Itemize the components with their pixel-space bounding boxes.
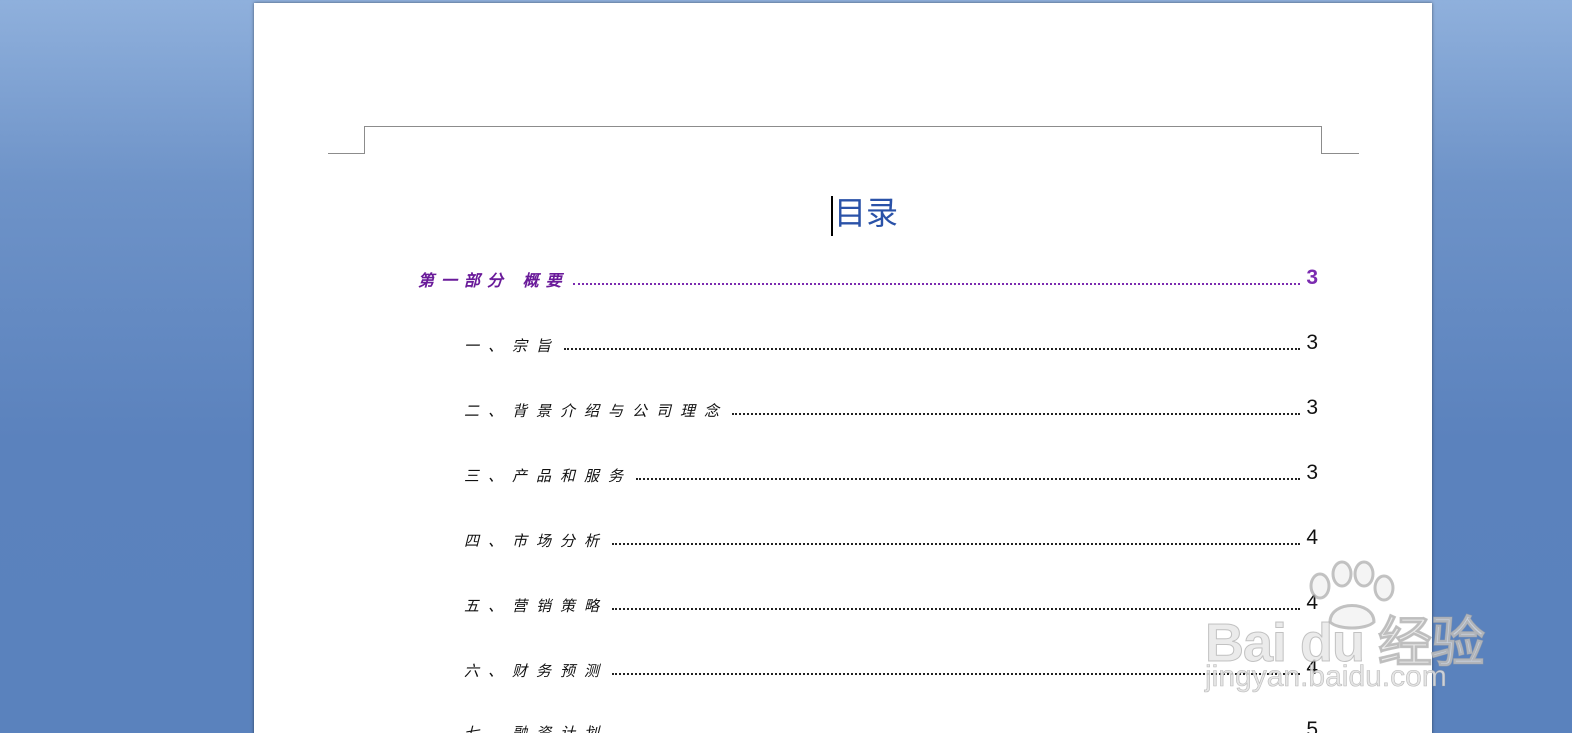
margin-corner-mark-right bbox=[1321, 126, 1322, 153]
toc-entry[interactable]: 三、产品和服务 3 bbox=[464, 458, 1318, 486]
toc-entry[interactable]: 二、背景介绍与公司理念 3 bbox=[464, 393, 1318, 421]
toc-page-number: 5 bbox=[1306, 718, 1318, 733]
toc-leader-dots bbox=[612, 673, 1301, 675]
baidu-jingyan-watermark: Bai du 经验 jingyan.baidu.com bbox=[1204, 560, 1495, 700]
toc-entry[interactable]: 七、融资计划 5 bbox=[464, 715, 1318, 733]
toc-entry[interactable]: 第一部分 概要 3 bbox=[418, 263, 1318, 291]
header-margin-line bbox=[364, 126, 1322, 127]
margin-corner-mark-left bbox=[328, 153, 365, 154]
margin-corner-mark-right bbox=[1321, 153, 1359, 154]
toc-title[interactable]: 目录 bbox=[834, 193, 898, 233]
toc-entry-label: 一、宗旨 bbox=[464, 337, 561, 355]
toc-leader-dots bbox=[612, 543, 1301, 545]
toc-entry[interactable]: 六、财务预测 4 bbox=[464, 653, 1318, 681]
toc-page-number: 4 bbox=[1306, 526, 1318, 549]
toc-entry[interactable]: 一、宗旨 3 bbox=[464, 328, 1318, 356]
toc-page-number: 3 bbox=[1306, 396, 1318, 419]
background-swoosh bbox=[0, 0, 212, 123]
toc-leader-dots bbox=[612, 608, 1301, 610]
toc-leader-dots bbox=[636, 478, 1301, 480]
toc-page-number: 3 bbox=[1306, 266, 1318, 289]
toc-entry-label: 二、背景介绍与公司理念 bbox=[464, 402, 729, 420]
toc-page-number: 3 bbox=[1306, 461, 1318, 484]
toc-entry-label: 六、财务预测 bbox=[464, 662, 609, 680]
toc-leader-dots bbox=[732, 413, 1301, 415]
toc-entry-label: 第一部分 概要 bbox=[418, 271, 569, 290]
toc-page-number: 3 bbox=[1306, 331, 1318, 354]
watermark-url: jingyan.baidu.com bbox=[1205, 660, 1447, 694]
toc-entry[interactable]: 四、市场分析 4 bbox=[464, 523, 1318, 551]
text-cursor bbox=[831, 196, 833, 236]
toc-entry-label: 四、市场分析 bbox=[464, 532, 609, 550]
toc-entry-label: 七、融资计划 bbox=[464, 724, 609, 733]
toc-entry[interactable]: 五、营销策略 4 bbox=[464, 588, 1318, 616]
toc-leader-dots bbox=[564, 348, 1301, 350]
margin-corner-mark-left bbox=[364, 126, 365, 153]
toc-leader-dots bbox=[572, 283, 1301, 285]
toc-entry-label: 三、产品和服务 bbox=[464, 467, 633, 485]
toc-entry-label: 五、营销策略 bbox=[464, 597, 609, 615]
